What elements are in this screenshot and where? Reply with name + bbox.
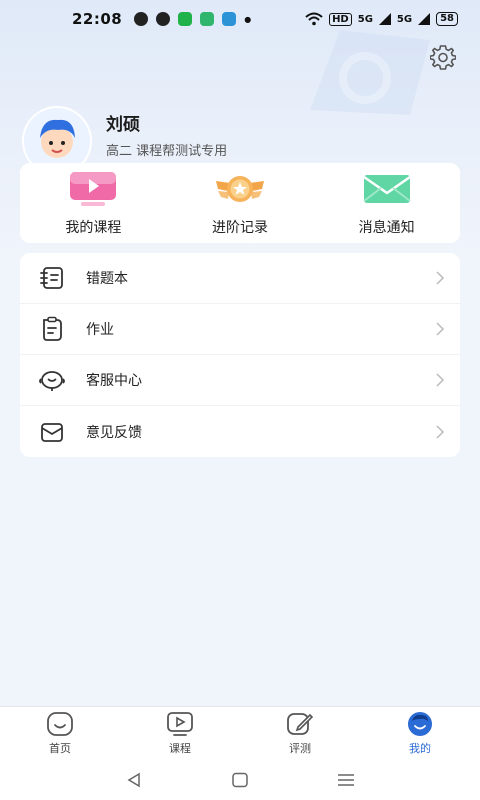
tab-home[interactable]: 首页 (0, 707, 120, 760)
system-icons: HD 5G 5G 58 (305, 12, 458, 26)
menu-item-label: 作业 (86, 322, 114, 338)
headset-icon (39, 371, 65, 391)
back-icon[interactable] (125, 772, 143, 788)
app-icon (156, 12, 171, 26)
chevron-right-icon (436, 373, 445, 387)
wrong-book-icon (40, 267, 63, 289)
tv-icon (178, 12, 193, 26)
shortcut-my-courses[interactable]: 我的课程 (20, 163, 167, 243)
signal-label-1: 5G (357, 13, 373, 25)
menu-item-wrong-book[interactable]: 错题本 (20, 253, 460, 304)
tab-mine[interactable]: 我的 (360, 707, 480, 760)
shortcut-label: 消息通知 (358, 220, 415, 236)
menu-item-homework[interactable]: 作业 (20, 304, 460, 355)
envelope-icon (362, 175, 411, 203)
chat-icon (134, 12, 149, 26)
hd-badge: HD (329, 12, 352, 26)
feedback-icon (41, 422, 63, 442)
message-icon (200, 12, 215, 26)
tv-play-icon (70, 172, 117, 206)
user-name: 刘硕 (106, 115, 140, 135)
edit-icon (287, 713, 314, 735)
medal-icon (216, 176, 264, 202)
bottom-tab-bar: 首页 课程 评测 我的 (0, 706, 480, 760)
menu-item-feedback[interactable]: 意见反馈 (20, 406, 460, 457)
tab-evaluation[interactable]: 评测 (240, 707, 360, 760)
shortcut-label: 我的课程 (65, 220, 122, 236)
chevron-right-icon (436, 322, 445, 336)
menu-lines-icon[interactable] (337, 772, 355, 788)
home-icon (47, 712, 73, 736)
tab-label: 评测 (289, 742, 311, 755)
more-dot-icon: ● (244, 14, 252, 24)
homework-icon (43, 316, 62, 341)
settings-gear-icon[interactable] (430, 44, 456, 70)
chevron-right-icon (436, 271, 445, 285)
tab-label: 课程 (169, 742, 191, 755)
status-time: 22:08 (72, 10, 123, 28)
menu-item-label: 意见反馈 (86, 424, 142, 441)
menu-item-label: 客服中心 (86, 373, 142, 389)
menu-item-customer-service[interactable]: 客服中心 (20, 355, 460, 406)
menu-item-label: 错题本 (86, 271, 128, 287)
battery-indicator: 58 (436, 12, 458, 26)
signal-label-2: 5G (396, 13, 413, 25)
chevron-right-icon (436, 424, 445, 439)
signal-icon (378, 13, 391, 25)
shortcut-label: 进阶记录 (212, 220, 268, 236)
tab-course[interactable]: 课程 (120, 707, 240, 760)
home-button-icon[interactable] (231, 772, 249, 788)
telegram-icon (222, 12, 237, 26)
shortcuts-card: 我的课程 进阶记录 消息通知 (20, 163, 460, 243)
profile-icon (408, 712, 432, 736)
tab-label: 首页 (49, 742, 71, 755)
user-subtitle: 高二 课程帮测试专用 (106, 144, 228, 159)
shortcut-progress-record[interactable]: 进阶记录 (167, 163, 314, 243)
status-bar: 22:08 ● HD 5G 5G 58 (0, 0, 480, 38)
system-navigation-bar (0, 760, 480, 800)
course-icon (167, 712, 193, 736)
notification-icons: ● (134, 12, 251, 26)
wifi-icon (305, 12, 323, 26)
shortcut-notifications[interactable]: 消息通知 (313, 163, 460, 243)
tab-label: 我的 (409, 742, 431, 755)
menu-list: 错题本 作业 客服中心 意见反馈 (20, 253, 460, 457)
signal-icon (418, 13, 431, 25)
